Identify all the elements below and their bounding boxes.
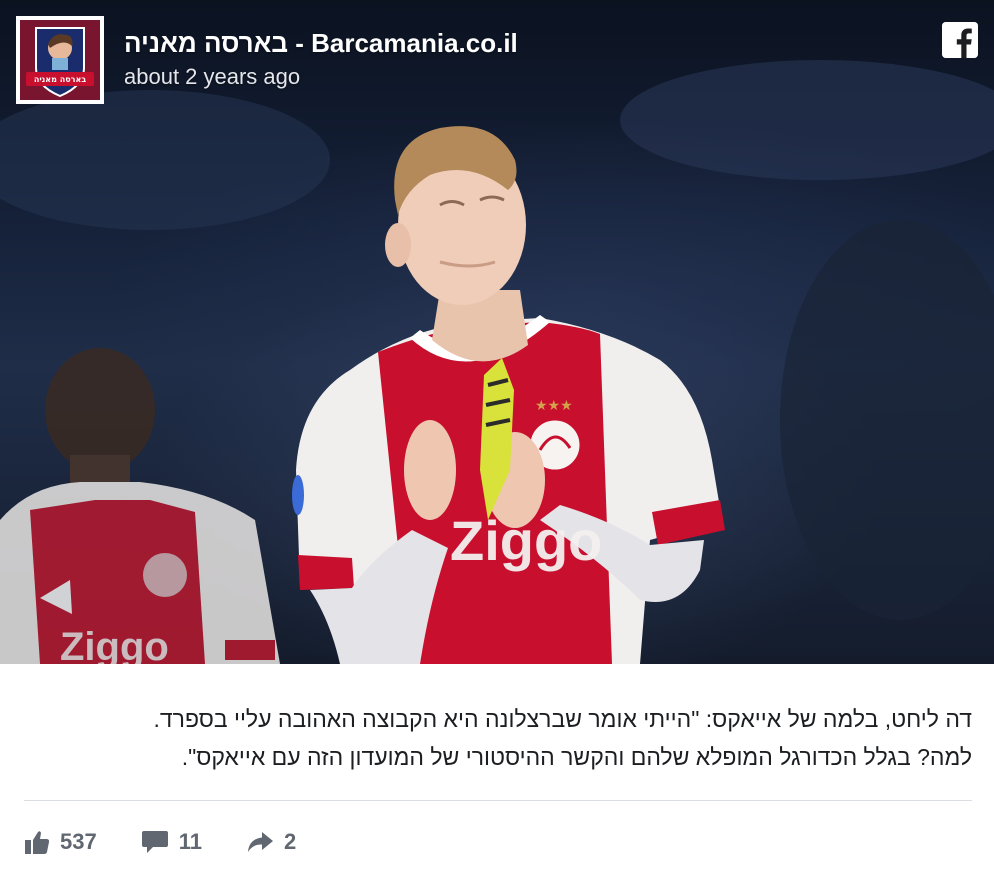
post-timestamp[interactable]: about 2 years ago [124, 64, 300, 90]
post-message-line: למה? בגלל הכדורגל המופלא שלהם והקשר ההיס… [181, 744, 972, 770]
avatar-logo: בארסה מאניה [20, 20, 100, 100]
post-message: דה ליחט, בלמה של אייאקס: "הייתי אומר שבר… [24, 700, 972, 776]
like-count: 537 [60, 829, 97, 854]
avatar-label: בארסה מאניה [34, 75, 86, 84]
divider [24, 800, 972, 801]
like-button[interactable]: 537 [24, 829, 97, 855]
post-message-line: דה ליחט, בלמה של אייאקס: "הייתי אומר שבר… [153, 706, 972, 732]
share-count: 2 [283, 829, 297, 854]
comment-count: 11 [178, 829, 202, 854]
share-arrow-icon [247, 832, 273, 852]
page-name[interactable]: בארסה מאניה - Barcamania.co.il [124, 28, 518, 59]
post-header: בארסה מאניה בארסה מאניה - Barcamania.co.… [0, 0, 994, 110]
shield-logo-icon: בארסה מאניה [20, 20, 100, 100]
engagement-bar: 537 11 2 [24, 820, 340, 864]
background-player: Ziggo [0, 348, 280, 664]
svg-text:★★★: ★★★ [535, 398, 573, 414]
svg-text:Ziggo: Ziggo [60, 625, 169, 664]
main-player: ★★★ Ziggo [292, 126, 725, 664]
facebook-icon[interactable] [942, 22, 978, 58]
thumbs-up-icon [25, 831, 50, 854]
comment-button[interactable]: 11 [141, 829, 202, 855]
page-avatar[interactable]: בארסה מאניה [16, 16, 104, 104]
share-button[interactable]: 2 [246, 829, 296, 855]
comment-icon [141, 831, 168, 853]
